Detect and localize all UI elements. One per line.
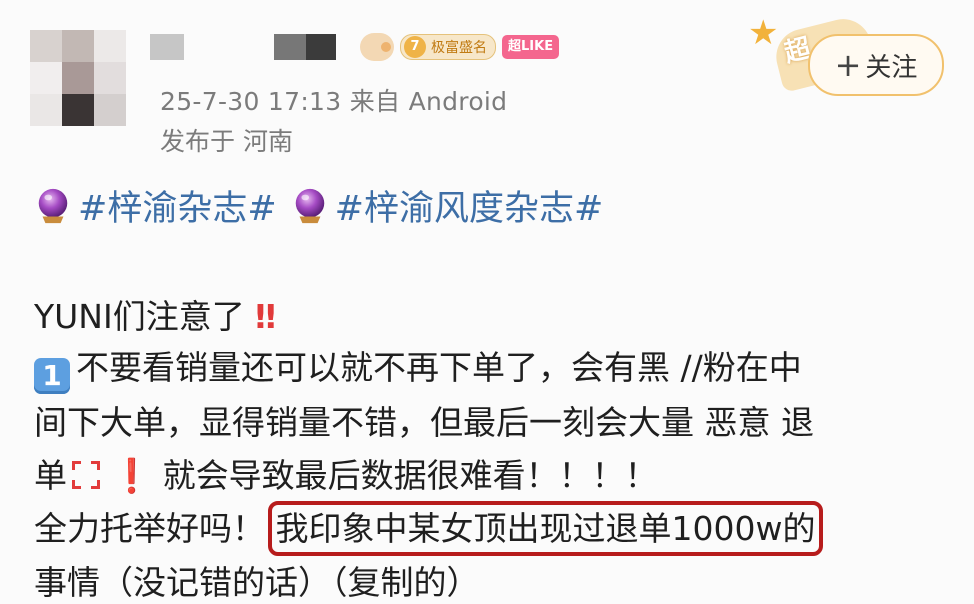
source-prefix: 来自	[349, 87, 401, 116]
bird-badge-icon	[360, 33, 394, 61]
post-line: YUNI们注意了 ‼	[34, 290, 276, 338]
crystal-ball-icon	[38, 188, 68, 223]
user-badges: 7 极富盛名 超LIKE	[360, 30, 560, 64]
post-line: 1 不要看销量还可以就不再下单了，会有黑 //粉在中	[34, 341, 802, 394]
keycap-one-icon: 1	[34, 358, 70, 394]
double-exclamation-icon: ‼	[255, 297, 276, 336]
post-line: 事情（没记错的话）（复制的）	[34, 563, 480, 602]
post-text: 全力托举好吗！	[34, 509, 265, 548]
topic-label: #梓渝杂志#	[78, 189, 277, 229]
post-text: 就会导致最后数据很难看！！！！	[162, 456, 658, 495]
post-meta: 25-7-30 17:13 来自 Android	[160, 82, 507, 118]
post-line: 间下大单，显得销量不错，但最后一刻会大量 恶意 退	[34, 403, 814, 442]
vip-badge[interactable]: 7 极富盛名	[400, 34, 496, 60]
username-masked[interactable]	[150, 34, 184, 60]
post-text: 不要看销量还可以就不再下单了，会有黑 //粉在中	[76, 348, 802, 387]
username-masked-2	[274, 34, 306, 60]
highlighted-text: 我印象中某女顶出现过退单1000w的	[267, 501, 824, 556]
post-source: Android	[408, 87, 508, 116]
username-masked-3	[306, 34, 336, 60]
post-timestamp: 25-7-30 17:13	[160, 87, 342, 116]
topic-link[interactable]: #梓渝风度杂志#	[291, 180, 604, 231]
topic-link[interactable]: #梓渝杂志#	[34, 180, 277, 231]
post-text: YUNI们注意了	[34, 297, 245, 336]
plus-icon: +	[834, 46, 862, 84]
like-badge[interactable]: 超LIKE	[502, 35, 560, 59]
follow-button[interactable]: + 关注	[808, 34, 944, 96]
post-line: 单 ❗ 就会导致最后数据很难看！！！！	[34, 449, 658, 497]
post-location: 发布于 河南	[160, 127, 293, 156]
crystal-ball-icon	[295, 188, 324, 223]
avatar[interactable]	[30, 30, 126, 126]
post-line: 全力托举好吗！ 我印象中某女顶出现过退单1000w的	[34, 501, 824, 556]
anger-symbol-icon	[72, 461, 100, 489]
exclamation-icon: ❗	[111, 456, 153, 495]
follow-label: 关注	[865, 52, 918, 83]
vip-level: 7	[404, 36, 426, 58]
post-text: 单	[34, 456, 67, 495]
topic-label: #梓渝风度杂志#	[334, 189, 604, 229]
vip-label: 极富盛名	[431, 40, 487, 56]
topic-list: #梓渝杂志# #梓渝风度杂志#	[34, 180, 617, 231]
